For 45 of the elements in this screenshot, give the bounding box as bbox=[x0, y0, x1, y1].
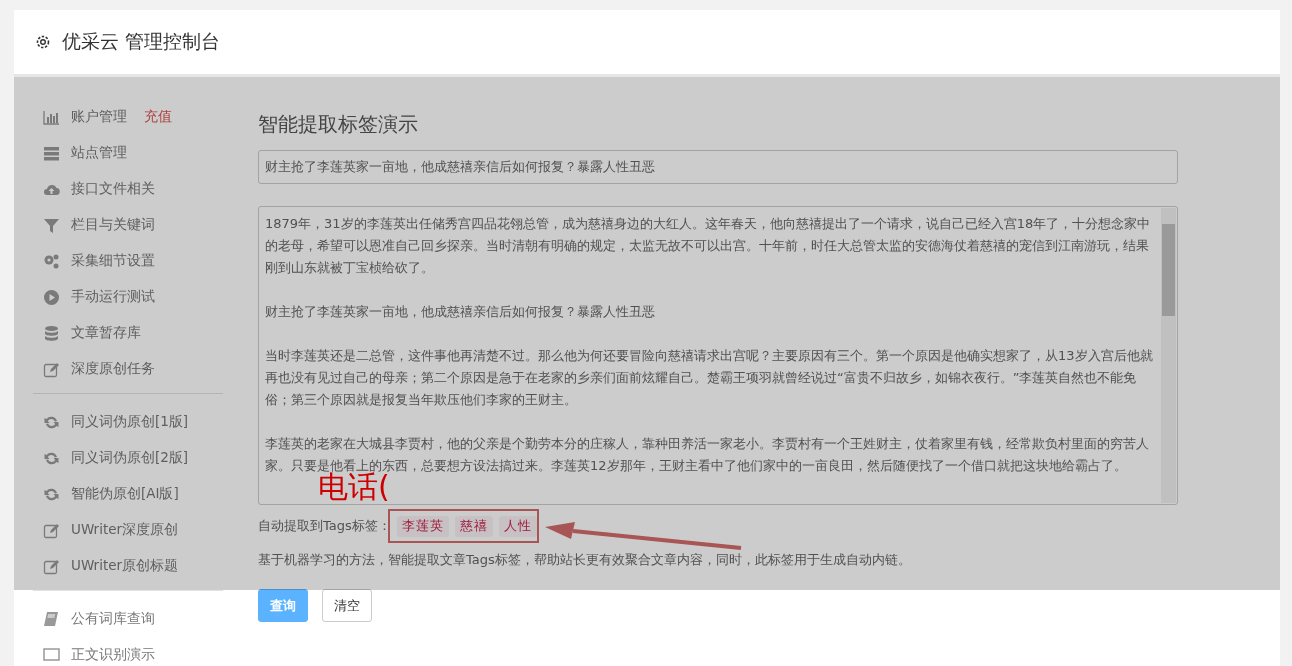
server-icon bbox=[43, 144, 60, 162]
book-icon bbox=[43, 610, 60, 628]
sidebar-item[interactable]: 手动运行测试 bbox=[33, 279, 223, 315]
sidebar-item[interactable]: 深度原创任务 bbox=[33, 351, 223, 387]
recharge-link[interactable]: 充值 bbox=[144, 108, 172, 126]
query-button[interactable]: 查询 bbox=[258, 589, 308, 622]
tag-chip: 慈禧 bbox=[454, 515, 493, 537]
sidebar-item[interactable]: 接口文件相关 bbox=[33, 171, 223, 207]
bar-chart-icon bbox=[43, 108, 60, 126]
sidebar-item[interactable]: 智能伪原创[AI版] bbox=[33, 476, 223, 512]
tag-chip: 李莲英 bbox=[396, 515, 449, 537]
gears-icon bbox=[43, 252, 60, 270]
edit-icon bbox=[43, 557, 60, 575]
article-paragraph: 财主抢了李莲英家一亩地，他成慈禧亲信后如何报复？暴露人性丑恶 bbox=[265, 303, 656, 321]
sidebar-item-label: 账户管理 bbox=[71, 108, 127, 126]
article-textarea[interactable] bbox=[258, 206, 1178, 505]
sidebar-item[interactable]: UWriter原创标题 bbox=[33, 548, 223, 584]
annotation-text: 电话( bbox=[318, 471, 390, 503]
monitor-icon bbox=[43, 646, 60, 664]
title-field[interactable]: 财主抢了李莲英家一亩地，他成慈禧亲信后如何报复？暴露人性丑恶 bbox=[258, 150, 1178, 184]
description-text: 基于机器学习的方法，智能提取文章Tags标签，帮助站长更有效聚合文章内容，同时，此标签用于生成自动内链。 bbox=[258, 551, 912, 569]
sidebar-item[interactable]: 同义词伪原创[1版] bbox=[33, 404, 223, 440]
clear-button[interactable]: 清空 bbox=[322, 589, 372, 622]
scrollbar[interactable] bbox=[1161, 208, 1176, 503]
tags-label: 自动提取到Tags标签： bbox=[258, 517, 391, 535]
console-title: 优采云 管理控制台 bbox=[62, 29, 221, 54]
filter-icon bbox=[43, 216, 60, 234]
sidebar-item[interactable]: 同义词伪原创[2版] bbox=[33, 440, 223, 476]
sidebar-item[interactable]: 栏目与关键词 bbox=[33, 207, 223, 243]
edit-icon bbox=[43, 521, 60, 539]
database-icon bbox=[43, 324, 60, 342]
tag-chip: 人性 bbox=[498, 515, 537, 537]
sidebar-item[interactable]: 公有词库查询 bbox=[33, 601, 223, 637]
sidebar-item[interactable]: 文章暂存库 bbox=[33, 315, 223, 351]
article-paragraph: 当时李莲英还是二总管，这件事他再清楚不过。那么他为何还要冒险向慈禧请求出宫呢？主要原因有三个。第一个原因是他确实想家了，从13岁入宫后他就再也没有见过自己的母亲；第二个原因是急于在老家的乡亲们面前炫耀自己。楚霸王项羽就曾经说过“富贵不归故乡，如锦衣夜行。”李莲英自然也不能免俗；第三个原因就是报复当年欺压他们李家的王财主。 bbox=[265, 347, 1154, 409]
sidebar-item[interactable]: UWriter深度原创 bbox=[33, 512, 223, 548]
sidebar-item[interactable]: 正文识别演示 bbox=[33, 637, 223, 666]
article-paragraph: 李莲英的老家在大城县李贾村，他的父亲是个勤劳本分的庄稼人，靠种田养活一家老小。李贾村有一个王姓财主，仗着家里有钱，经常欺负村里面的穷苦人家。只要是他看上的东西，总要想方设法搞过来。李莲英12岁那年，王财主看中了他们家中的一亩良田，然后随便找了一个借口就把这块地给霸占了。 bbox=[265, 435, 1150, 473]
sidebar-item[interactable]: 站点管理 bbox=[33, 135, 223, 171]
article-paragraph: 1879年，31岁的李莲英出任储秀宫四品花翎总管，成为慈禧身边的大红人。这年春天，他向慈禧提出了一个请求，说自己已经入宫18年了，十分想念家中的老母，希望可以恩准自己回乡探亲。当时清朝有明确的规定，太监无故不可以出宫。十年前，时任大总管太监的安德海仗着慈禧的宠信到江南游玩，结果刚到山东就被丁宝桢给砍了。 bbox=[265, 215, 1152, 277]
page-heading: 智能提取标签演示 bbox=[258, 111, 419, 138]
settings-icon bbox=[34, 33, 52, 51]
play-icon bbox=[43, 288, 60, 306]
sidebar-item[interactable]: 采集细节设置 bbox=[33, 243, 223, 279]
edit-icon bbox=[43, 360, 60, 378]
